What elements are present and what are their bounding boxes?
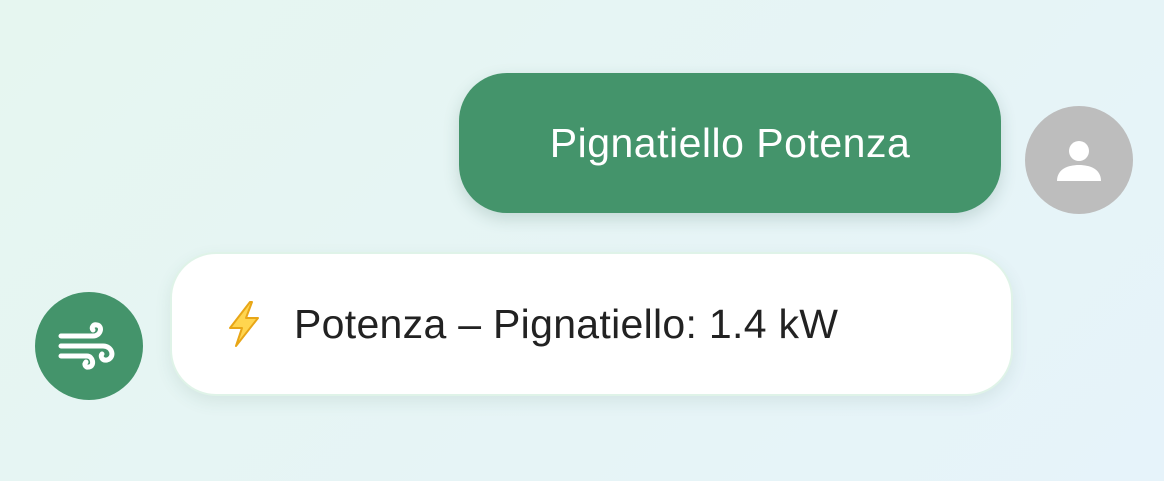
- wind-icon: [58, 322, 115, 370]
- lightning-bolt-icon: [224, 300, 264, 348]
- chat-thread: Pignatiello Potenza Potenza – Pignatiell…: [0, 0, 1164, 481]
- bot-message-bubble: Potenza – Pignatiello: 1.4 kW: [170, 252, 1013, 396]
- user-message-bubble: Pignatiello Potenza: [459, 73, 1001, 213]
- user-avatar: [1025, 106, 1133, 214]
- user-message-text: Pignatiello Potenza: [549, 119, 911, 166]
- bot-avatar: [35, 292, 143, 400]
- person-icon: [1057, 141, 1101, 181]
- bot-message-text: Potenza – Pignatiello: 1.4 kW: [294, 300, 839, 347]
